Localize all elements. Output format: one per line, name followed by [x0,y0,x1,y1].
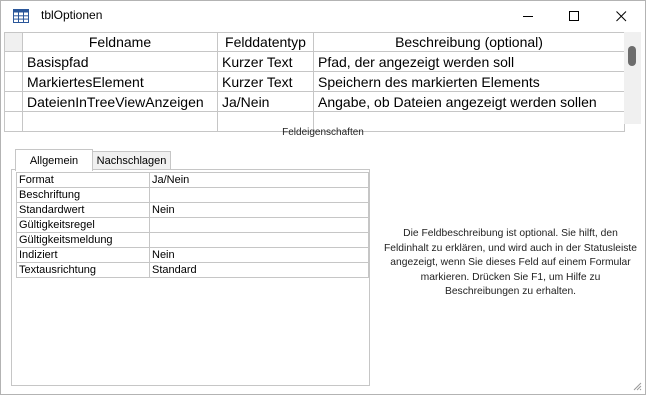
property-label: Standardwert [16,202,150,218]
vertical-scrollbar[interactable] [624,32,641,124]
property-label: Textausrichtung [16,262,150,278]
properties-heading: Feldeigenschaften [282,127,364,138]
property-value[interactable] [149,187,369,203]
property-row: Standardwert Nein [16,202,369,218]
property-value[interactable]: Ja/Nein [149,172,369,188]
property-row: Format Ja/Nein [16,172,369,188]
minimize-icon [522,16,533,17]
properties-panel: Format Ja/Nein Beschriftung Standardwert… [11,169,370,386]
property-value[interactable] [149,217,369,233]
close-button[interactable] [598,1,644,32]
tab-nachschlagen[interactable]: Nachschlagen [92,151,171,170]
field-description-cell[interactable]: Speichern des markierten Elements [313,71,625,92]
maximize-button[interactable] [551,1,597,32]
property-label: Gültigkeitsregel [16,217,150,233]
tab-allgemein[interactable]: Allgemein [15,149,93,171]
table-row: Basispfad Kurzer Text Pfad, der angezeig… [4,51,625,72]
row-selector-header[interactable] [4,32,23,52]
property-row: Beschriftung [16,187,369,203]
column-header-feldname[interactable]: Feldname [22,32,218,52]
row-selector[interactable] [4,51,23,72]
field-grid: Feldname Felddatentyp Beschreibung (opti… [4,32,641,132]
field-type-cell[interactable]: Kurzer Text [217,71,314,92]
row-selector[interactable] [4,71,23,92]
field-type-cell[interactable]: Kurzer Text [217,51,314,72]
title-bar[interactable]: tblOptionen [1,1,645,32]
property-label: Format [16,172,150,188]
field-type-cell[interactable]: Ja/Nein [217,91,314,112]
window-title: tblOptionen [41,8,103,22]
property-label: Beschriftung [16,187,150,203]
table-icon [13,9,29,23]
table-row: DateienInTreeViewAnzeigen Ja/Nein Angabe… [4,91,625,112]
property-value[interactable]: Standard [149,262,369,278]
resize-grip-icon[interactable] [632,381,642,391]
property-label: Indiziert [16,247,150,263]
field-name-cell[interactable]: DateienInTreeViewAnzeigen [22,91,218,112]
scroll-thumb[interactable] [628,46,636,66]
table-row: MarkiertesElement Kurzer Text Speichern … [4,71,625,92]
properties-table: Format Ja/Nein Beschriftung Standardwert… [16,172,369,278]
column-header-felddatentyp[interactable]: Felddatentyp [217,32,314,52]
table-design-window: tblOptionen Feldname Felddatentyp Beschr… [0,0,646,395]
field-table: Feldname Felddatentyp Beschreibung (opti… [4,32,625,132]
property-row: Textausrichtung Standard [16,262,369,278]
close-icon [615,11,626,22]
property-row: Indiziert Nein [16,247,369,263]
property-value[interactable]: Nein [149,202,369,218]
field-help-text: Die Feldbeschreibung ist optional. Sie h… [384,228,637,297]
field-description-cell[interactable]: Pfad, der angezeigt werden soll [313,51,625,72]
field-name-cell[interactable]: Basispfad [22,51,218,72]
grid-header-row: Feldname Felddatentyp Beschreibung (opti… [4,32,625,52]
property-value[interactable] [149,232,369,248]
property-label: Gültigkeitsmeldung [16,232,150,248]
property-row: Gültigkeitsmeldung [16,232,369,248]
column-header-beschreibung[interactable]: Beschreibung (optional) [313,32,625,52]
minimize-button[interactable] [505,1,551,32]
row-selector[interactable] [4,91,23,112]
property-row: Gültigkeitsregel [16,217,369,233]
maximize-icon [568,11,579,21]
field-name-cell[interactable]: MarkiertesElement [22,71,218,92]
field-description-cell[interactable]: Angabe, ob Dateien angezeigt werden soll… [313,91,625,112]
property-value[interactable]: Nein [149,247,369,263]
